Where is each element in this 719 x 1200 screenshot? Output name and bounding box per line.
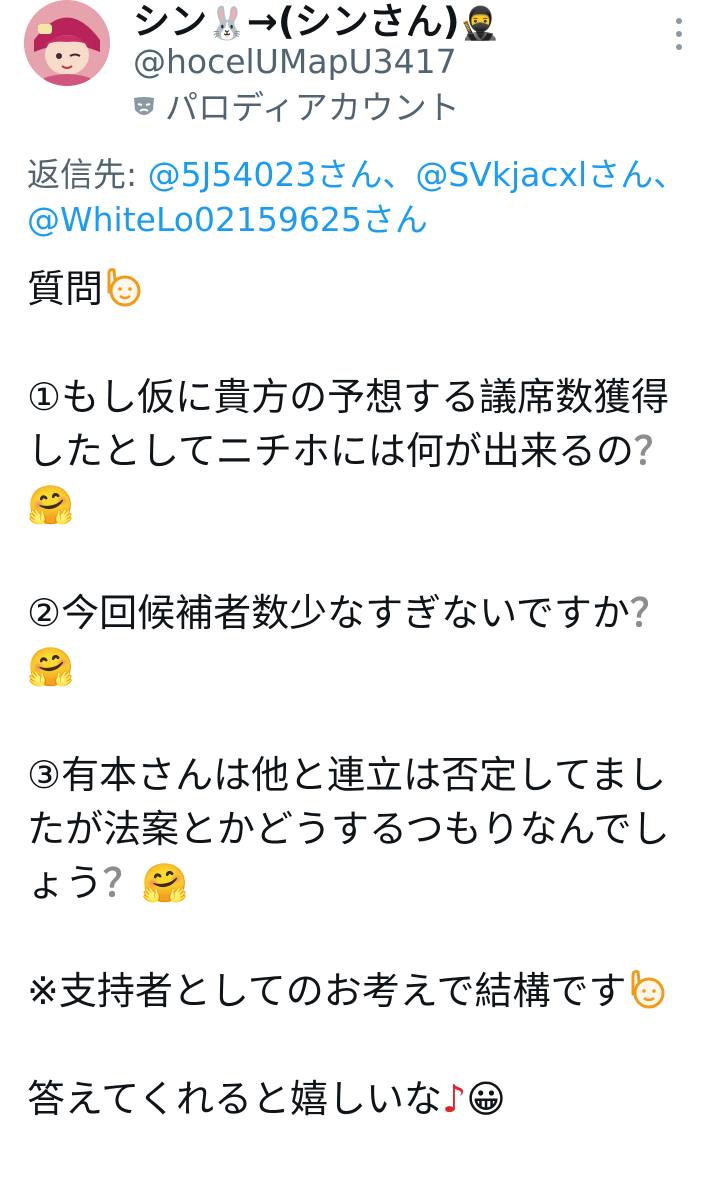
display-name-prefix: シン: [133, 0, 207, 43]
mention-separator: 、: [653, 155, 687, 194]
question-mark: ？: [633, 429, 672, 473]
question-mark: ？: [629, 591, 668, 635]
reply-to: 返信先: @5J54023さん、@SVkjacxlさん、 @WhiteLo0215…: [27, 152, 697, 242]
raising-hand-icon: [631, 970, 665, 1009]
avatar-image: [24, 0, 110, 86]
body-question-3: ③有本さんは他と連立は否定してましたが法案とかどうするつもりなんでしょう？🤗: [27, 753, 670, 905]
avatar[interactable]: [24, 0, 110, 86]
body-note: ※支持者としてのお考えで結構です: [27, 964, 697, 1018]
question-mark: ？: [103, 861, 142, 905]
hugging-face-icon: 🤗: [27, 483, 75, 527]
hugging-face-icon: 🤗: [27, 645, 75, 689]
music-note-icon: ♪: [441, 1077, 467, 1121]
body-question-1: ①もし仮に貴方の予想する議席数獲得したとしてニチホには何が出来るの？🤗: [27, 375, 672, 527]
grinning-face-icon: 😀: [466, 1077, 506, 1121]
parody-badge: パロディアカウント: [133, 86, 460, 130]
body-closing: 答えてくれると嬉しいな♪😀: [27, 1077, 506, 1121]
mention-link[interactable]: @5J54023さん: [148, 155, 383, 194]
tweet-body: 質問 ①もし仮に貴方の予想する議席数獲得したとしてニチホには何が出来るの？🤗 ②…: [27, 262, 697, 1126]
user-handle[interactable]: @hocelUMapU3417: [133, 40, 457, 84]
mention-link[interactable]: @SVkjacxlさん: [415, 155, 653, 194]
tweet: シン🐰→(シンさん)🥷 @hocelUMapU3417 パロディアカウント 返信…: [0, 0, 719, 1200]
display-name-suffix: →(シンさん): [246, 0, 460, 43]
body-question-2: ②今回候補者数少なすぎないですか？🤗: [27, 591, 668, 689]
mention-link[interactable]: @WhiteLo02159625さん: [27, 200, 428, 239]
reply-prefix: 返信先:: [27, 155, 148, 194]
parody-label: パロディアカウント: [165, 88, 460, 127]
ninja-icon: 🥷: [459, 4, 500, 42]
hugging-face-icon: 🤗: [141, 861, 189, 905]
more-vertical-icon[interactable]: [673, 18, 685, 50]
mention-separator: 、: [382, 155, 416, 194]
theater-mask-icon: [134, 97, 154, 115]
raising-hand-icon: [107, 268, 141, 307]
rabbit-icon: 🐰: [207, 4, 247, 42]
display-name[interactable]: シン🐰→(シンさん)🥷: [133, 0, 500, 45]
body-question-heading: 質問: [27, 262, 697, 316]
